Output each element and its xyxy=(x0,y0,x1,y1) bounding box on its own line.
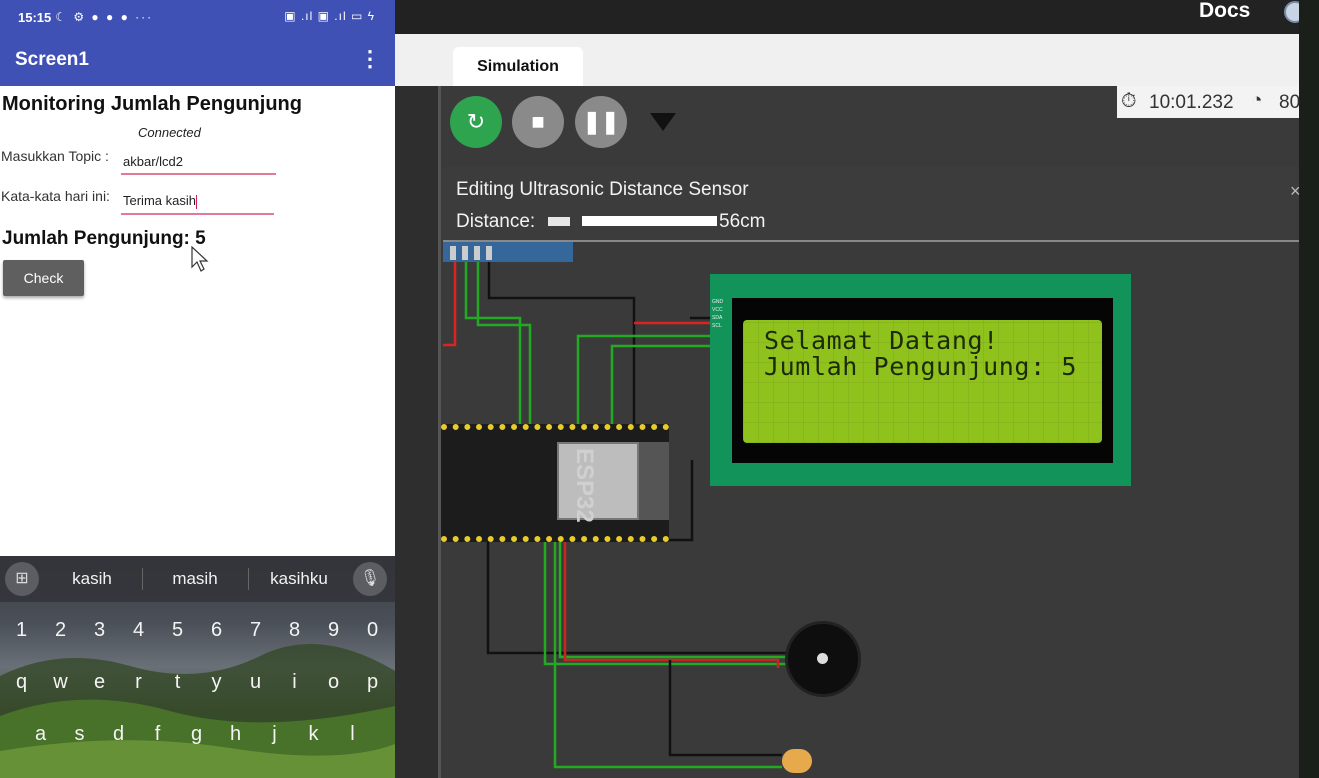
lcd-pin-sda: SDA xyxy=(712,315,723,321)
distance-slider[interactable] xyxy=(582,216,717,226)
distance-value: 56cm xyxy=(719,211,766,232)
screen-title: Screen1 xyxy=(15,49,89,70)
key-2[interactable]: 2 xyxy=(41,610,80,650)
mouse-cursor-icon xyxy=(191,246,209,272)
page-heading: Monitoring Jumlah Pengunjung xyxy=(2,93,302,115)
led[interactable] xyxy=(782,749,812,773)
close-icon[interactable]: × xyxy=(1290,181,1301,202)
key-7[interactable]: 7 xyxy=(236,610,275,650)
key-u[interactable]: u xyxy=(236,662,275,702)
keyboard-landscape-wallpaper xyxy=(0,644,395,778)
message-input[interactable]: Terima kasih xyxy=(121,189,274,215)
editing-panel-title: Editing Ultrasonic Distance Sensor xyxy=(456,179,749,200)
window-edge xyxy=(1299,0,1319,778)
key-e[interactable]: e xyxy=(80,662,119,702)
status-notification-icons: ☾ ⚙ ● ● ● ··· xyxy=(55,10,154,24)
status-system-icons: ▣ .ıl ▣ .ıl ▭ ϟ xyxy=(284,9,375,23)
key-k[interactable]: k xyxy=(294,714,333,754)
key-y[interactable]: y xyxy=(197,662,236,702)
suggestion-divider xyxy=(142,568,143,590)
key-4[interactable]: 4 xyxy=(119,610,158,650)
key-t[interactable]: t xyxy=(158,662,197,702)
key-j[interactable]: j xyxy=(255,714,294,754)
check-button[interactable]: Check xyxy=(3,260,84,296)
lcd-pin-gnd: GND xyxy=(712,299,724,305)
key-l[interactable]: l xyxy=(333,714,372,754)
top-bar xyxy=(395,0,1299,34)
docs-link[interactable]: Docs xyxy=(1199,0,1250,23)
lcd-pin-scl: SCL xyxy=(712,323,722,329)
elapsed-time: 10:01.232 xyxy=(1149,92,1234,113)
stop-button[interactable]: ■ xyxy=(512,96,564,148)
lcd-line-2: Jumlah Pengunjung: 5 xyxy=(764,352,1078,381)
key-3[interactable]: 3 xyxy=(80,610,119,650)
stopwatch-icon: ⏱ xyxy=(1121,90,1137,112)
distance-slider-fill xyxy=(582,216,717,226)
key-q[interactable]: q xyxy=(2,662,41,702)
key-f[interactable]: f xyxy=(138,714,177,754)
key-0[interactable]: 0 xyxy=(353,610,392,650)
key-s[interactable]: s xyxy=(60,714,99,754)
key-w[interactable]: w xyxy=(41,662,80,702)
lcd-pin-labels: GND VCC SDA SCL xyxy=(712,298,732,348)
overflow-menu-icon[interactable]: ⋮ xyxy=(359,46,381,72)
key-5[interactable]: 5 xyxy=(158,610,197,650)
message-label: Kata-kata hari ini: xyxy=(1,188,110,204)
key-r[interactable]: r xyxy=(119,662,158,702)
key-6[interactable]: 6 xyxy=(197,610,236,650)
simulation-speed: 80 xyxy=(1279,92,1301,113)
topic-input[interactable] xyxy=(121,149,276,175)
lcd-line-1: Selamat Datang! xyxy=(764,326,999,355)
app-bar: Screen1 ⋮ xyxy=(0,34,395,86)
suggestion-1[interactable]: kasih xyxy=(42,569,142,589)
screen: 15:15 ☾ ⚙ ● ● ● ··· ▣ .ıl ▣ .ıl ▭ ϟ Scre… xyxy=(0,0,1319,778)
distance-slider-min-marker xyxy=(548,217,570,226)
keyboard-letter-row-2: asdfghjkl xyxy=(0,714,395,754)
visitor-count: Jumlah Pengunjung: 5 xyxy=(2,228,206,249)
esp32-antenna xyxy=(639,442,669,520)
connection-status: Connected xyxy=(138,125,201,140)
lcd-pin-vcc: VCC xyxy=(712,307,723,313)
key-o[interactable]: o xyxy=(314,662,353,702)
key-8[interactable]: 8 xyxy=(275,610,314,650)
key-a[interactable]: a xyxy=(21,714,60,754)
key-p[interactable]: p xyxy=(353,662,392,702)
keyboard-number-row: 1234567890 xyxy=(0,610,395,650)
tab-simulation[interactable]: Simulation xyxy=(453,47,583,86)
suggestion-2[interactable]: masih xyxy=(145,569,245,589)
sensor-pins xyxy=(450,246,492,260)
buzzer-center xyxy=(817,653,828,664)
key-9[interactable]: 9 xyxy=(314,610,353,650)
keyboard-grid-icon[interactable]: ⊞ xyxy=(5,562,39,596)
status-time: 15:15 xyxy=(18,9,52,25)
esp32-label: ESP32 xyxy=(571,448,598,523)
key-1[interactable]: 1 xyxy=(2,610,41,650)
suggestion-bar: ⊞ kasih masih kasihku 🎙 xyxy=(0,556,395,602)
key-d[interactable]: d xyxy=(99,714,138,754)
soft-keyboard: ⊞ kasih masih kasihku 🎙 1234567890 qwert… xyxy=(0,556,395,778)
phone-app: 15:15 ☾ ⚙ ● ● ● ··· ▣ .ıl ▣ .ıl ▭ ϟ Scre… xyxy=(0,0,395,778)
keyboard-letter-row-1: qwertyuiop xyxy=(0,662,395,702)
simulation-timer: ⏱ 10:01.232 ◔ 80 xyxy=(1117,86,1301,118)
text-caret xyxy=(195,194,197,209)
key-h[interactable]: h xyxy=(216,714,255,754)
microphone-icon[interactable]: 🎙 xyxy=(353,562,387,596)
topic-label: Masukkan Topic : xyxy=(1,148,109,164)
pause-button[interactable]: ❚❚ xyxy=(575,96,627,148)
key-g[interactable]: g xyxy=(177,714,216,754)
distance-label: Distance: xyxy=(456,211,536,232)
wifi-icon xyxy=(650,113,676,131)
message-input-value: Terima kasih xyxy=(123,193,196,208)
speed-gauge-icon: ◔ xyxy=(1251,90,1263,111)
key-i[interactable]: i xyxy=(275,662,314,702)
editor-pane-edge xyxy=(395,86,440,778)
suggestion-3[interactable]: kasihku xyxy=(249,569,349,589)
status-bar: 15:15 ☾ ⚙ ● ● ● ··· ▣ .ıl ▣ .ıl ▭ ϟ xyxy=(0,0,395,34)
restart-button[interactable]: ↻ xyxy=(450,96,502,148)
